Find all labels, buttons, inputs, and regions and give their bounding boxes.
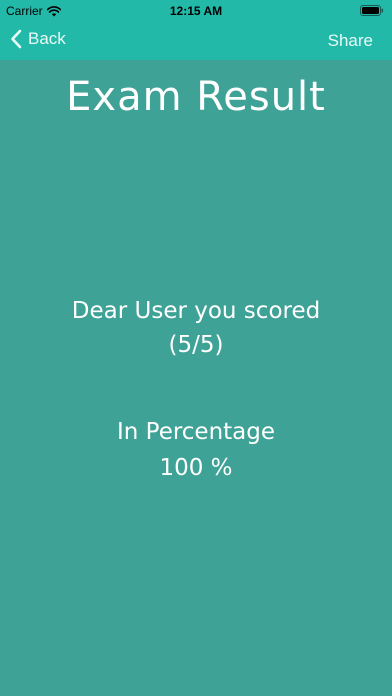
battery-icon — [360, 5, 384, 16]
share-button[interactable]: Share — [328, 31, 373, 51]
score-value: (5/5) — [168, 332, 224, 358]
page-title: Exam Result — [66, 74, 326, 120]
back-button[interactable]: Back — [10, 29, 66, 49]
status-time: 12:15 AM — [169, 4, 223, 18]
score-block: Dear User you scored (5/5) — [0, 294, 392, 362]
status-bar: Carrier 12:15 AM — [0, 0, 392, 22]
exam-result-screen: Carrier 12:15 AM Back Share Exam Result … — [0, 0, 392, 696]
score-line: Dear User you scored — [71, 298, 321, 324]
percentage-label: In Percentage — [116, 419, 276, 445]
chevron-left-icon — [11, 29, 22, 49]
navigation-bar: Back Share — [0, 22, 392, 60]
back-label: Back — [28, 29, 66, 48]
percentage-value: 100 % — [159, 455, 233, 481]
percentage-block: In Percentage 100 % — [0, 414, 392, 486]
